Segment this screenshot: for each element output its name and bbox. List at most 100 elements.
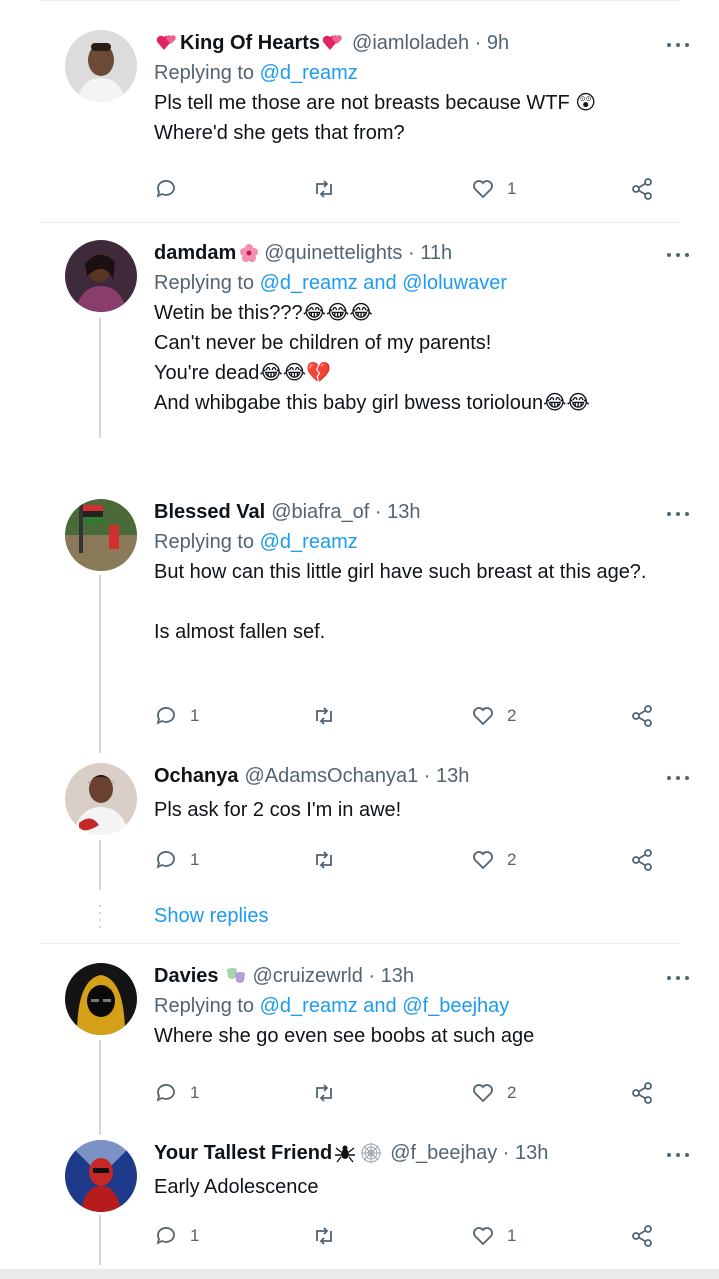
like-button[interactable]: 2 — [471, 1078, 516, 1108]
mention-link[interactable]: @d_reamz — [260, 995, 358, 1017]
handle-time[interactable]: @AdamsOchanya1 · 13h — [244, 763, 469, 789]
reply-count: 1 — [190, 1226, 200, 1245]
reply-count: 1 — [190, 706, 200, 725]
share-icon — [632, 178, 652, 200]
reply-icon — [156, 851, 175, 869]
like-icon — [473, 1227, 493, 1246]
mention-link[interactable]: @f_beejhay — [402, 995, 509, 1017]
handle-time[interactable]: @cruizewrld · 13h — [253, 963, 414, 989]
like-count: 2 — [507, 1083, 517, 1102]
like-button[interactable]: 1 — [471, 174, 516, 204]
reply-button[interactable]: 1 — [154, 701, 199, 731]
thread-line — [99, 575, 101, 753]
tweet-header: King Of Hearts @iamloladeh · 9h — [154, 30, 679, 56]
top-divider — [40, 0, 680, 1]
spider-web-icon — [360, 1142, 382, 1164]
mention-link[interactable]: @d_reamz — [260, 531, 358, 553]
retweet-button[interactable] — [312, 1078, 348, 1108]
replying-to: Replying to @d_reamz — [154, 529, 679, 555]
reply-button[interactable]: 1 — [154, 1078, 199, 1108]
share-button[interactable] — [630, 174, 654, 204]
share-button[interactable] — [630, 845, 654, 875]
reply-icon — [156, 1227, 175, 1245]
avatar[interactable] — [65, 499, 137, 571]
display-name[interactable]: Your Tallest Friend — [154, 1140, 332, 1166]
retweet-icon — [316, 1084, 332, 1102]
like-button[interactable]: 2 — [471, 845, 516, 875]
display-name[interactable]: King Of Hearts — [180, 30, 320, 56]
like-button[interactable]: 2 — [471, 701, 516, 731]
like-icon — [473, 1084, 493, 1103]
mention-link[interactable]: @loluwaver — [402, 272, 507, 294]
more-icon[interactable] — [665, 965, 695, 991]
avatar[interactable] — [65, 240, 137, 312]
share-button[interactable] — [630, 1078, 654, 1108]
handle-time[interactable]: @f_beejhay · 13h — [390, 1140, 548, 1166]
like-icon — [473, 180, 493, 199]
replying-to-label: Replying to — [154, 995, 260, 1017]
thread-line — [99, 1215, 101, 1265]
spider-icon — [334, 1142, 356, 1164]
like-count: 2 — [507, 706, 517, 725]
share-icon — [632, 1225, 652, 1247]
tweet-actions: 1 2 — [154, 701, 664, 731]
retweet-icon — [316, 707, 332, 725]
tweet-text: Pls tell me those are not breasts becaus… — [154, 92, 597, 144]
retweet-icon — [316, 180, 332, 198]
display-name[interactable]: Davies — [154, 963, 219, 989]
retweet-icon — [316, 1227, 332, 1245]
reply-icon — [156, 180, 175, 198]
avatar[interactable] — [65, 30, 137, 102]
share-button[interactable] — [630, 701, 654, 731]
tweet-text: Early Adolescence — [154, 1176, 319, 1198]
more-icon[interactable] — [665, 32, 695, 58]
reply-count: 1 — [190, 850, 200, 869]
replying-to: Replying to @d_reamz and @f_beejhay — [154, 993, 679, 1019]
tweet-actions: 1 2 — [154, 1078, 664, 1108]
show-replies-link[interactable]: Show replies — [154, 905, 269, 928]
flower-icon — [238, 242, 260, 264]
masks-icon — [225, 965, 247, 987]
tweet-text: Wetin be this???😂😂😂 Can't never be child… — [154, 302, 590, 414]
handle-time[interactable]: @iamloladeh · 9h — [352, 30, 509, 56]
avatar[interactable] — [65, 963, 137, 1035]
share-button[interactable] — [630, 1221, 654, 1251]
tweet-actions: 1 1 — [154, 1221, 664, 1251]
bottom-edge — [0, 1269, 719, 1279]
tweet-header: Davies @cruizewrld · 13h — [154, 963, 679, 989]
like-count: 1 — [507, 179, 517, 198]
display-name[interactable]: damdam — [154, 240, 236, 266]
replying-to-label: Replying to — [154, 272, 260, 294]
more-icon[interactable] — [665, 765, 695, 791]
avatar[interactable] — [65, 763, 137, 835]
tweet-header: Ochanya @AdamsOchanya1 · 13h — [154, 763, 679, 789]
tweet-actions: 1 2 — [154, 845, 664, 875]
tweet-header: Blessed Val @biafra_of · 13h — [154, 499, 679, 525]
reply-button[interactable]: 1 — [154, 1221, 199, 1251]
mention-link[interactable]: @d_reamz — [260, 272, 358, 294]
like-count: 2 — [507, 850, 517, 869]
more-icon[interactable] — [665, 501, 695, 527]
replying-to-and: and — [357, 272, 403, 294]
tweet-actions: 1 — [154, 174, 664, 204]
handle-time[interactable]: @quinettelights · 11h — [264, 240, 452, 266]
replying-to: Replying to @d_reamz — [154, 60, 679, 86]
display-name[interactable]: Blessed Val — [154, 499, 265, 525]
two-hearts-icon — [322, 32, 344, 54]
reply-button[interactable]: 1 — [154, 845, 199, 875]
retweet-button[interactable] — [312, 701, 348, 731]
replying-to-label: Replying to — [154, 62, 260, 84]
thread-dots — [99, 905, 101, 933]
handle-time[interactable]: @biafra_of · 13h — [271, 499, 420, 525]
reply-button[interactable] — [154, 174, 190, 204]
retweet-button[interactable] — [312, 1221, 348, 1251]
retweet-button[interactable] — [312, 845, 348, 875]
display-name[interactable]: Ochanya — [154, 763, 238, 789]
like-button[interactable]: 1 — [471, 1221, 516, 1251]
mention-link[interactable]: @d_reamz — [260, 62, 358, 84]
divider — [40, 943, 680, 944]
avatar[interactable] — [65, 1140, 137, 1212]
more-icon[interactable] — [665, 1142, 695, 1168]
more-icon[interactable] — [665, 242, 695, 268]
retweet-button[interactable] — [312, 174, 348, 204]
